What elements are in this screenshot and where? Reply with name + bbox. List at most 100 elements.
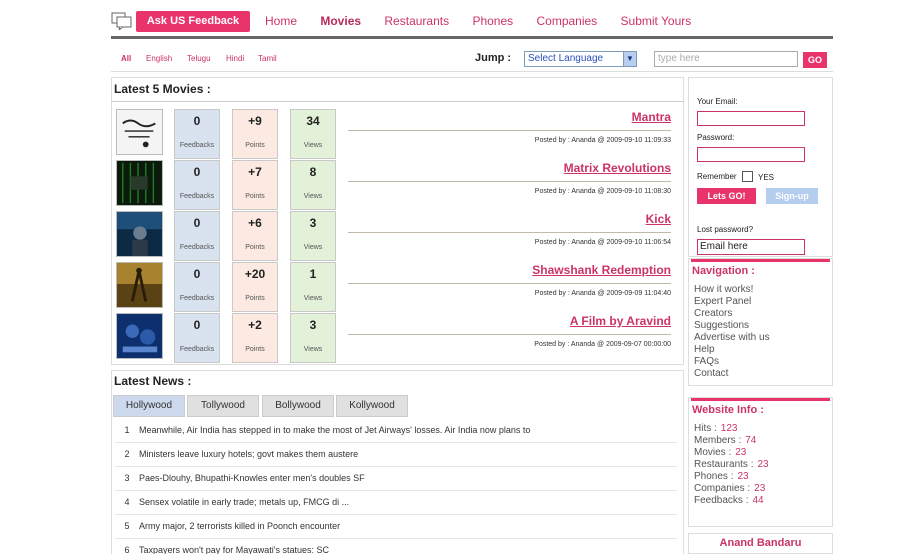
brand-logo[interactable]: Ask US Feedback (136, 11, 250, 32)
nav-restaurants[interactable]: Restaurants (384, 14, 449, 28)
points-stat: +7 Points (232, 160, 278, 210)
nav-home[interactable]: Home (265, 14, 297, 28)
nav-movies[interactable]: Movies (320, 14, 361, 28)
movie-row: 0 Feedbacks +6 Points 3 Views Kick Posted b… (116, 211, 676, 261)
news-list-item[interactable]: 2 Ministers leave luxury hotels; govt mak… (115, 449, 677, 467)
nav-link-faqs[interactable]: FAQs (694, 356, 770, 368)
views-stat: 34 Views (290, 109, 336, 159)
movie-poster-thumbnail[interactable] (116, 211, 163, 257)
tab-bollywood[interactable]: Bollywood (262, 395, 334, 417)
nav-submit-yours[interactable]: Submit Yours (621, 14, 692, 28)
movie-poster-thumbnail[interactable] (116, 262, 163, 308)
movie-row: 0 Feedbacks +2 Points 3 Views A Film by Ara… (116, 313, 676, 363)
news-list-item[interactable]: 3 Paes-Dlouhy, Bhupathi-Knowles enter men… (115, 473, 677, 491)
info-phones: Phones :23 (694, 471, 749, 482)
lang-tamil[interactable]: Tamil (258, 54, 277, 63)
views-stat: 3 Views (290, 211, 336, 261)
movie-divider (348, 283, 671, 284)
remember-checkbox[interactable] (742, 171, 753, 182)
movies-divider (111, 101, 684, 102)
password-label: Password: (697, 133, 735, 142)
news-section-title: Latest News : (114, 374, 192, 388)
points-stat: +20 Points (232, 262, 278, 312)
info-members: Members :74 (694, 435, 757, 446)
nav-link-how-it-works[interactable]: How it works! (694, 284, 770, 296)
remember-yes-label: YES (758, 173, 775, 182)
movie-poster-thumbnail[interactable] (116, 160, 163, 206)
login-button[interactable]: Lets GO! (697, 188, 756, 204)
movie-poster-thumbnail[interactable] (116, 109, 163, 155)
signup-button[interactable]: Sign-up (766, 188, 818, 204)
points-stat: +2 Points (232, 313, 278, 363)
site-header: Ask US Feedback Home Movies Restaurants … (111, 8, 833, 38)
news-list-item[interactable]: 5 Army major, 2 terrorists killed in Poon… (115, 521, 677, 539)
remember-label: Remember (697, 172, 737, 181)
movie-divider (348, 232, 671, 233)
movie-divider (348, 130, 671, 131)
navigation-list: How it works! Expert Panel Creators Sugg… (694, 284, 770, 380)
navigation-title: Navigation : (692, 265, 755, 277)
password-field[interactable] (697, 147, 805, 162)
nav-phones[interactable]: Phones (472, 14, 513, 28)
movie-title-link[interactable]: Mantra (632, 110, 671, 124)
feedbacks-stat: 0 Feedbacks (174, 211, 220, 261)
views-stat: 1 Views (290, 262, 336, 312)
lang-english[interactable]: English (146, 54, 172, 63)
chevron-down-icon: ▼ (623, 52, 636, 66)
feedbacks-stat: 0 Feedbacks (174, 160, 220, 210)
points-stat: +6 Points (232, 211, 278, 261)
movie-posted-info: Posted by : Ananda @ 2009-09-09 11:04:40 (534, 290, 671, 297)
info-movies: Movies :23 (694, 447, 747, 458)
news-list-item[interactable]: 1 Meanwhile, Air India has stepped in to … (115, 425, 677, 443)
email-label: Your Email: (697, 97, 738, 106)
movie-posted-info: Posted by : Ananda @ 2009-09-10 11:09:33 (534, 137, 671, 144)
nav-link-expert-panel[interactable]: Expert Panel (694, 296, 770, 308)
info-hits: Hits :123 (694, 423, 738, 434)
feedbacks-stat: 0 Feedbacks (174, 313, 220, 363)
info-companies: Companies :23 (694, 483, 766, 494)
news-list-item[interactable]: 6 Taxpayers won't pay for Mayawati's stat… (115, 545, 677, 554)
go-button[interactable]: GO (803, 52, 827, 68)
search-input[interactable]: type here (654, 51, 798, 67)
tab-hollywood[interactable]: Hollywood (113, 395, 185, 417)
movie-row: 0 Feedbacks +7 Points 8 Views Matrix Revolu… (116, 160, 676, 210)
navigation-panel: Navigation : How it works! Expert Panel … (688, 258, 833, 386)
movies-section-title: Latest 5 Movies : (114, 82, 211, 96)
lang-hindi[interactable]: Hindi (226, 54, 244, 63)
movie-divider (348, 181, 671, 182)
feedbacks-stat: 0 Feedbacks (174, 262, 220, 312)
movie-row: 0 Feedbacks +9 Points 34 Views Mantra Poste… (116, 109, 676, 159)
language-select[interactable]: Select Language ▼ (524, 51, 637, 67)
website-info-title: Website Info : (692, 404, 764, 416)
nav-link-contact[interactable]: Contact (694, 368, 770, 380)
news-list-item[interactable]: 4 Sensex volatile in early trade; metals … (115, 497, 677, 515)
author-name: Anand Bandaru (688, 533, 833, 554)
movie-title-link[interactable]: Matrix Revolutions (564, 161, 671, 175)
nav-link-advertise[interactable]: Advertise with us (694, 332, 770, 344)
nav-link-help[interactable]: Help (694, 344, 770, 356)
lang-all[interactable]: All (121, 54, 131, 63)
nav-link-suggestions[interactable]: Suggestions (694, 320, 770, 332)
movie-title-link[interactable]: A Film by Aravind (570, 314, 671, 328)
tab-kollywood[interactable]: Kollywood (336, 395, 408, 417)
movie-poster-thumbnail[interactable] (116, 313, 163, 359)
nav-link-creators[interactable]: Creators (694, 308, 770, 320)
language-bar: All English Telugu Hindi Tamil Jump : Se… (111, 44, 833, 72)
lang-telugu[interactable]: Telugu (187, 54, 211, 63)
email-field[interactable] (697, 111, 805, 126)
panel-accent-bar (691, 398, 830, 401)
movie-title-link[interactable]: Kick (646, 212, 671, 226)
movie-posted-info: Posted by : Ananda @ 2009-09-10 11:08:30 (534, 188, 671, 195)
movie-posted-info: Posted by : Ananda @ 2009-09-10 11:06:54 (534, 239, 671, 246)
views-stat: 3 Views (290, 313, 336, 363)
main-nav: Home Movies Restaurants Phones Companies… (265, 14, 711, 28)
feedbacks-stat: 0 Feedbacks (174, 109, 220, 159)
movie-title-link[interactable]: Shawshank Redemption (532, 263, 671, 277)
tab-tollywood[interactable]: Tollywood (187, 395, 259, 417)
language-select-value: Select Language (528, 53, 604, 64)
lost-password-email-field[interactable]: Email here (697, 239, 805, 255)
header-divider (111, 36, 833, 39)
nav-companies[interactable]: Companies (536, 14, 597, 28)
speech-bubbles-icon (111, 12, 132, 30)
website-info-panel: Website Info : Hits :123 Members :74 Mov… (688, 397, 833, 527)
